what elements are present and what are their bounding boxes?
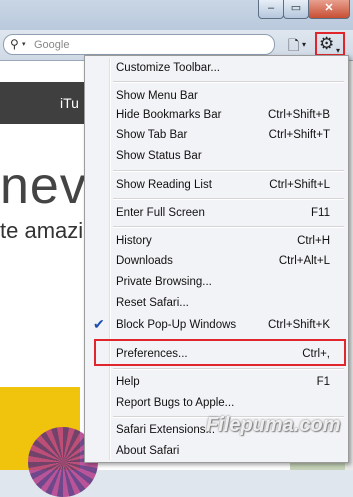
promo-image bbox=[0, 387, 98, 497]
menu-item-shortcut: Ctrl+Shift+K bbox=[268, 319, 330, 331]
menu-item-history[interactable]: History Ctrl+H bbox=[87, 231, 346, 251]
menu-item-show-menu-bar[interactable]: Show Menu Bar bbox=[87, 86, 346, 106]
menu-item-label: Reset Safari... bbox=[116, 297, 189, 309]
title-bar: – ▭ ✕ bbox=[0, 0, 353, 30]
checkmark-icon: ✔ bbox=[93, 316, 105, 332]
menu-item-help[interactable]: Help F1 bbox=[87, 372, 346, 392]
maximize-button[interactable]: ▭ bbox=[283, 0, 309, 19]
page-headline: nev bbox=[0, 157, 87, 215]
menu-item-label: Show Tab Bar bbox=[116, 129, 188, 141]
chevron-down-icon: ▾ bbox=[302, 40, 307, 49]
menu-item-downloads[interactable]: Downloads Ctrl+Alt+L bbox=[87, 251, 346, 271]
preferences-highlight-box bbox=[94, 339, 346, 366]
menu-item-label: About Safari bbox=[116, 445, 180, 457]
menu-item-enter-full-screen[interactable]: Enter Full Screen F11 bbox=[87, 203, 346, 223]
menu-item-report-bugs[interactable]: Report Bugs to Apple... bbox=[87, 393, 346, 413]
menu-item-label: Downloads bbox=[116, 255, 173, 267]
menu-item-label: Customize Toolbar... bbox=[116, 62, 220, 74]
menu-item-shortcut: F1 bbox=[316, 376, 330, 388]
menu-item-shortcut: Ctrl+Alt+L bbox=[278, 255, 330, 267]
settings-menu-button[interactable]: ⚙ ▾ bbox=[315, 32, 345, 56]
minimize-button[interactable]: – bbox=[258, 0, 284, 19]
close-button[interactable]: ✕ bbox=[308, 0, 350, 19]
menu-item-block-popup-windows[interactable]: ✔ Block Pop-Up Windows Ctrl+Shift+K bbox=[87, 315, 346, 335]
settings-menu: Customize Toolbar... Show Menu Bar Hide … bbox=[84, 55, 349, 463]
page-subheadline: te amazin bbox=[0, 218, 96, 243]
menu-separator bbox=[113, 226, 344, 228]
menu-item-shortcut: Ctrl+Shift+B bbox=[268, 109, 330, 121]
menu-item-shortcut: F11 bbox=[311, 207, 330, 219]
menu-item-label: Hide Bookmarks Bar bbox=[116, 109, 222, 121]
search-box[interactable]: ⚲ ▾ bbox=[3, 34, 275, 55]
menu-item-label: Show Menu Bar bbox=[116, 90, 198, 102]
page-icon: 🗋 bbox=[288, 37, 300, 53]
menu-item-label: Show Reading List bbox=[116, 179, 212, 191]
menu-item-label: Safari Extensions... bbox=[116, 424, 216, 436]
menu-item-shortcut: Ctrl+H bbox=[297, 235, 330, 247]
menu-item-private-browsing[interactable]: Private Browsing... bbox=[87, 272, 346, 292]
watermark-text: Filepuma.com bbox=[206, 414, 341, 436]
menu-item-show-status-bar[interactable]: Show Status Bar bbox=[87, 146, 346, 166]
menu-item-show-reading-list[interactable]: Show Reading List Ctrl+Shift+L bbox=[87, 175, 346, 195]
menu-item-customize-toolbar[interactable]: Customize Toolbar... bbox=[87, 58, 346, 78]
menu-item-show-tab-bar[interactable]: Show Tab Bar Ctrl+Shift+T bbox=[87, 125, 346, 145]
menu-item-label: Show Status Bar bbox=[116, 150, 202, 162]
menu-item-label: History bbox=[116, 235, 152, 247]
menu-item-label: Report Bugs to Apple... bbox=[116, 397, 235, 409]
chevron-down-icon[interactable]: ▾ bbox=[22, 40, 26, 48]
menu-item-label: Help bbox=[116, 376, 140, 388]
search-input[interactable] bbox=[32, 36, 266, 53]
menu-item-label: Private Browsing... bbox=[116, 276, 212, 288]
menu-item-hide-bookmarks-bar[interactable]: Hide Bookmarks Bar Ctrl+Shift+B bbox=[87, 105, 346, 125]
menu-separator bbox=[113, 368, 344, 370]
nav-item-itunes[interactable]: iTu bbox=[60, 95, 79, 111]
menu-item-shortcut: Ctrl+Shift+T bbox=[268, 129, 330, 141]
menu-item-shortcut: Ctrl+Shift+L bbox=[269, 179, 330, 191]
menu-item-label: Enter Full Screen bbox=[116, 207, 205, 219]
search-icon[interactable]: ⚲ bbox=[10, 37, 19, 51]
menu-separator bbox=[113, 170, 344, 172]
menu-item-about-safari[interactable]: About Safari bbox=[87, 441, 346, 461]
menu-item-reset-safari[interactable]: Reset Safari... bbox=[87, 293, 346, 313]
page-menu-button[interactable]: 🗋 ▾ bbox=[288, 35, 312, 53]
menu-separator bbox=[113, 81, 344, 83]
gear-icon: ⚙ bbox=[319, 34, 335, 53]
menu-separator bbox=[113, 198, 344, 200]
menu-item-label: Block Pop-Up Windows bbox=[116, 319, 237, 331]
